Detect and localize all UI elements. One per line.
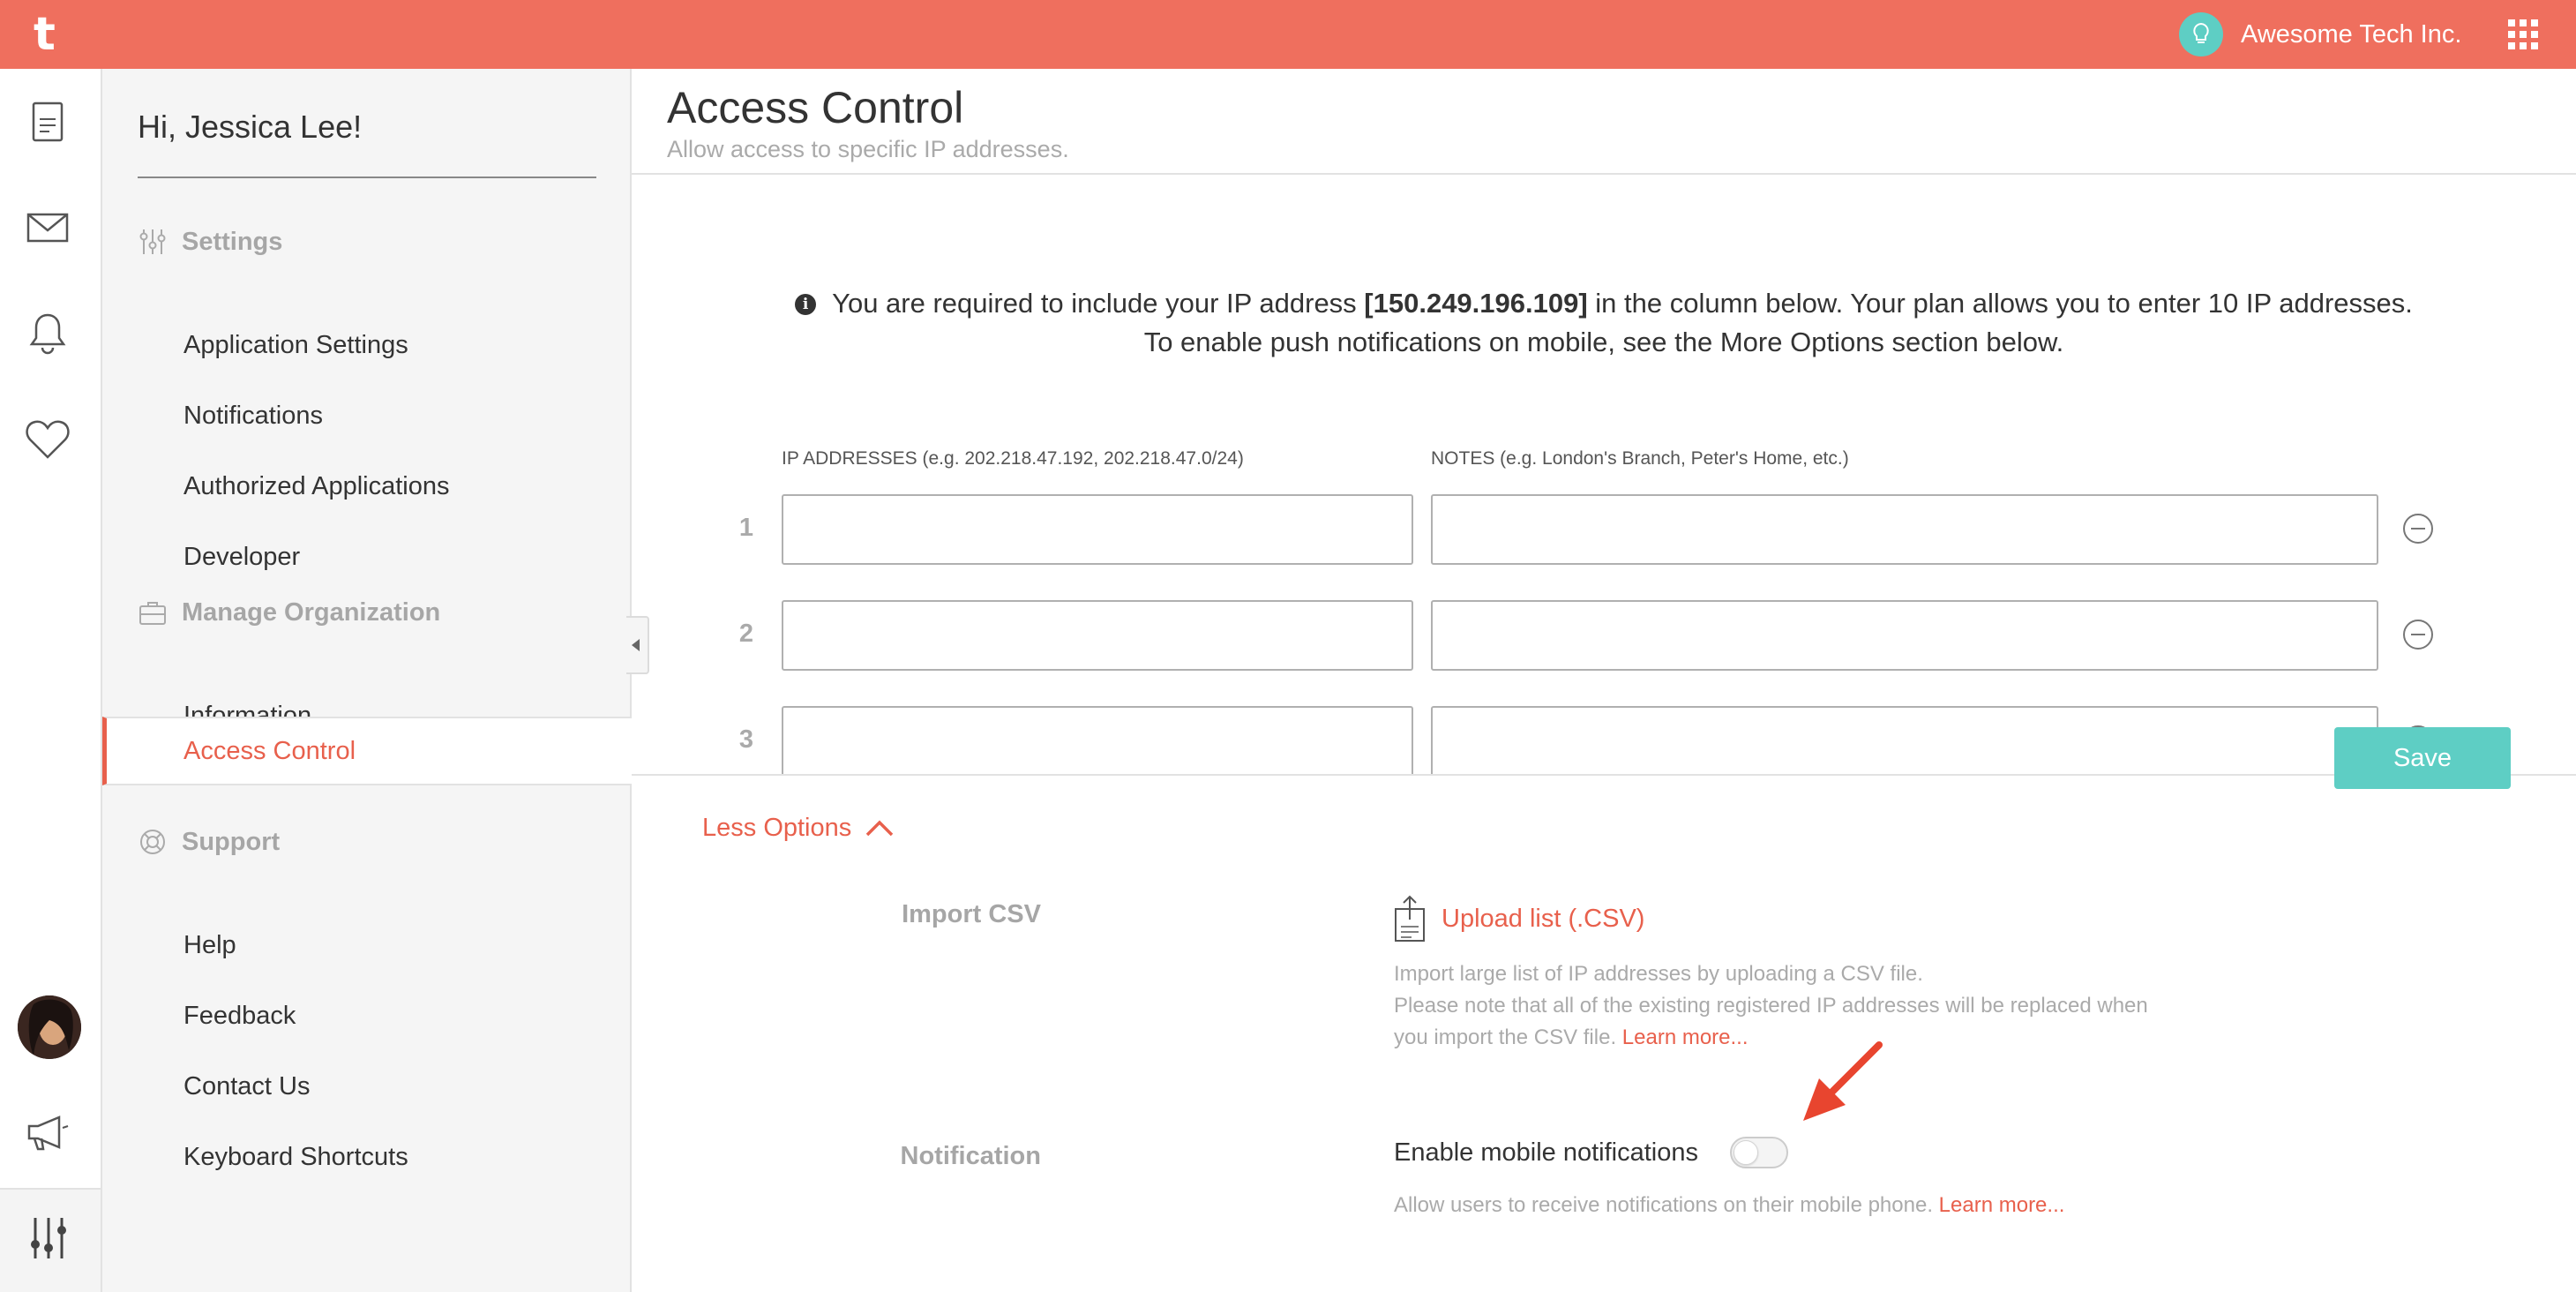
notification-help: Allow users to receive notifications on … [1394, 1190, 2064, 1221]
options-divider [632, 774, 2576, 776]
briefcase-icon [138, 597, 168, 627]
info-icon: i [795, 294, 817, 315]
row-number: 1 [738, 514, 754, 542]
row-number: 2 [738, 620, 754, 648]
settings-rail-button[interactable] [0, 1188, 102, 1292]
import-help-text: you import the CSV file. [1394, 1025, 1622, 1049]
document-icon[interactable] [21, 95, 74, 148]
bell-icon[interactable] [21, 307, 74, 360]
section-title: Support [182, 827, 281, 856]
chevron-up-icon [866, 820, 894, 837]
mobile-notifications-toggle[interactable] [1729, 1137, 1788, 1168]
column-header-ip: IP ADDRESSES (e.g. 202.218.47.192, 202.2… [782, 448, 1244, 469]
mobile-notification-row: Enable mobile notifications [1394, 1137, 1788, 1168]
sidebar-item-contact-us[interactable]: Contact Us [102, 1052, 632, 1121]
sidebar-item-help[interactable]: Help [102, 911, 632, 980]
megaphone-icon[interactable] [21, 1107, 74, 1160]
info-text: in the column below. Your plan allows yo… [1587, 288, 2413, 319]
section-support: Support [138, 824, 280, 860]
note-input[interactable] [1431, 494, 2378, 565]
lifebuoy-icon [138, 827, 168, 857]
icon-rail [0, 69, 102, 1292]
annotation-arrow-icon [1803, 1041, 1883, 1121]
greeting-divider [138, 177, 596, 178]
import-csv-label: Import CSV [902, 900, 1041, 928]
sidebar-item-notifications[interactable]: Notifications [102, 381, 632, 450]
less-options-toggle[interactable]: Less Options [702, 810, 894, 845]
info-line-1: i You are required to include your IP add… [632, 284, 2576, 323]
notification-help-text: Allow users to receive notifications on … [1394, 1193, 1939, 1217]
sidebar-item-keyboard-shortcuts[interactable]: Keyboard Shortcuts [102, 1123, 632, 1191]
mail-icon[interactable] [21, 201, 74, 254]
import-help-1: Import large list of IP addresses by upl… [1394, 962, 1923, 986]
upload-csv-link[interactable]: Upload list (.CSV) [1394, 895, 1644, 943]
page-subtitle: Allow access to specific IP addresses. [667, 136, 1069, 162]
column-header-notes: NOTES (e.g. London's Branch, Peter's Hom… [1431, 448, 1849, 469]
note-input[interactable] [1431, 706, 2378, 775]
heart-icon[interactable] [21, 413, 74, 466]
info-line-2: To enable push notifications on mobile, … [1143, 327, 2064, 357]
sliders-icon [28, 1216, 69, 1265]
toggle-label: Enable mobile notifications [1394, 1138, 1698, 1167]
sidebar-item-access-control[interactable]: Access Control [102, 717, 632, 785]
ip-list-scroll-area[interactable]: i You are required to include your IP add… [632, 175, 2576, 775]
apps-grid-icon[interactable] [2508, 19, 2538, 49]
ip-input[interactable] [782, 706, 1413, 775]
avatar[interactable] [18, 995, 81, 1059]
section-settings: Settings [138, 224, 282, 259]
ip-input[interactable] [782, 600, 1413, 671]
upload-csv-label: Upload list (.CSV) [1442, 904, 1645, 933]
notification-label: Notification [900, 1142, 1042, 1170]
sidebar-item-application-settings[interactable]: Application Settings [102, 311, 632, 379]
toggle-knob [1733, 1140, 1758, 1165]
ip-input[interactable] [782, 494, 1413, 565]
import-help-3: you import the CSV file. Learn more... [1394, 1022, 1749, 1054]
settings-sidebar: Hi, Jessica Lee! Settings Application Se… [102, 69, 632, 1292]
note-input[interactable] [1431, 600, 2378, 671]
save-button[interactable]: Save [2334, 727, 2511, 789]
current-ip: [150.249.196.109] [1364, 288, 1588, 319]
import-help-2: Please note that all of the existing reg… [1394, 994, 2148, 1018]
greeting: Hi, Jessica Lee! [138, 109, 363, 145]
app-logo[interactable]: t [34, 11, 65, 57]
main-panel: Access Control Allow access to specific … [632, 69, 2576, 1292]
org-lightbulb-icon[interactable] [2179, 12, 2223, 56]
row-number: 3 [738, 725, 754, 754]
section-manage-organization: Manage Organization [138, 595, 440, 630]
section-title: Manage Organization [182, 597, 441, 627]
remove-row-icon[interactable] [2403, 620, 2433, 650]
learn-more-link[interactable]: Learn more... [1939, 1193, 2065, 1217]
less-options-label: Less Options [702, 814, 852, 842]
sliders-icon [138, 227, 168, 257]
sidebar-item-developer[interactable]: Developer [102, 522, 632, 591]
section-title: Settings [182, 227, 283, 256]
org-name[interactable]: Awesome Tech Inc. [2241, 19, 2461, 49]
top-bar: t Awesome Tech Inc. [0, 0, 2576, 69]
learn-more-link[interactable]: Learn more... [1622, 1025, 1749, 1049]
page-title: Access Control [667, 83, 964, 132]
info-text: You are required to include your IP addr… [832, 288, 1365, 319]
sidebar-item-feedback[interactable]: Feedback [102, 981, 632, 1050]
sidebar-item-authorized-applications[interactable]: Authorized Applications [102, 452, 632, 521]
upload-file-icon [1395, 895, 1425, 942]
remove-row-icon[interactable] [2403, 514, 2433, 544]
